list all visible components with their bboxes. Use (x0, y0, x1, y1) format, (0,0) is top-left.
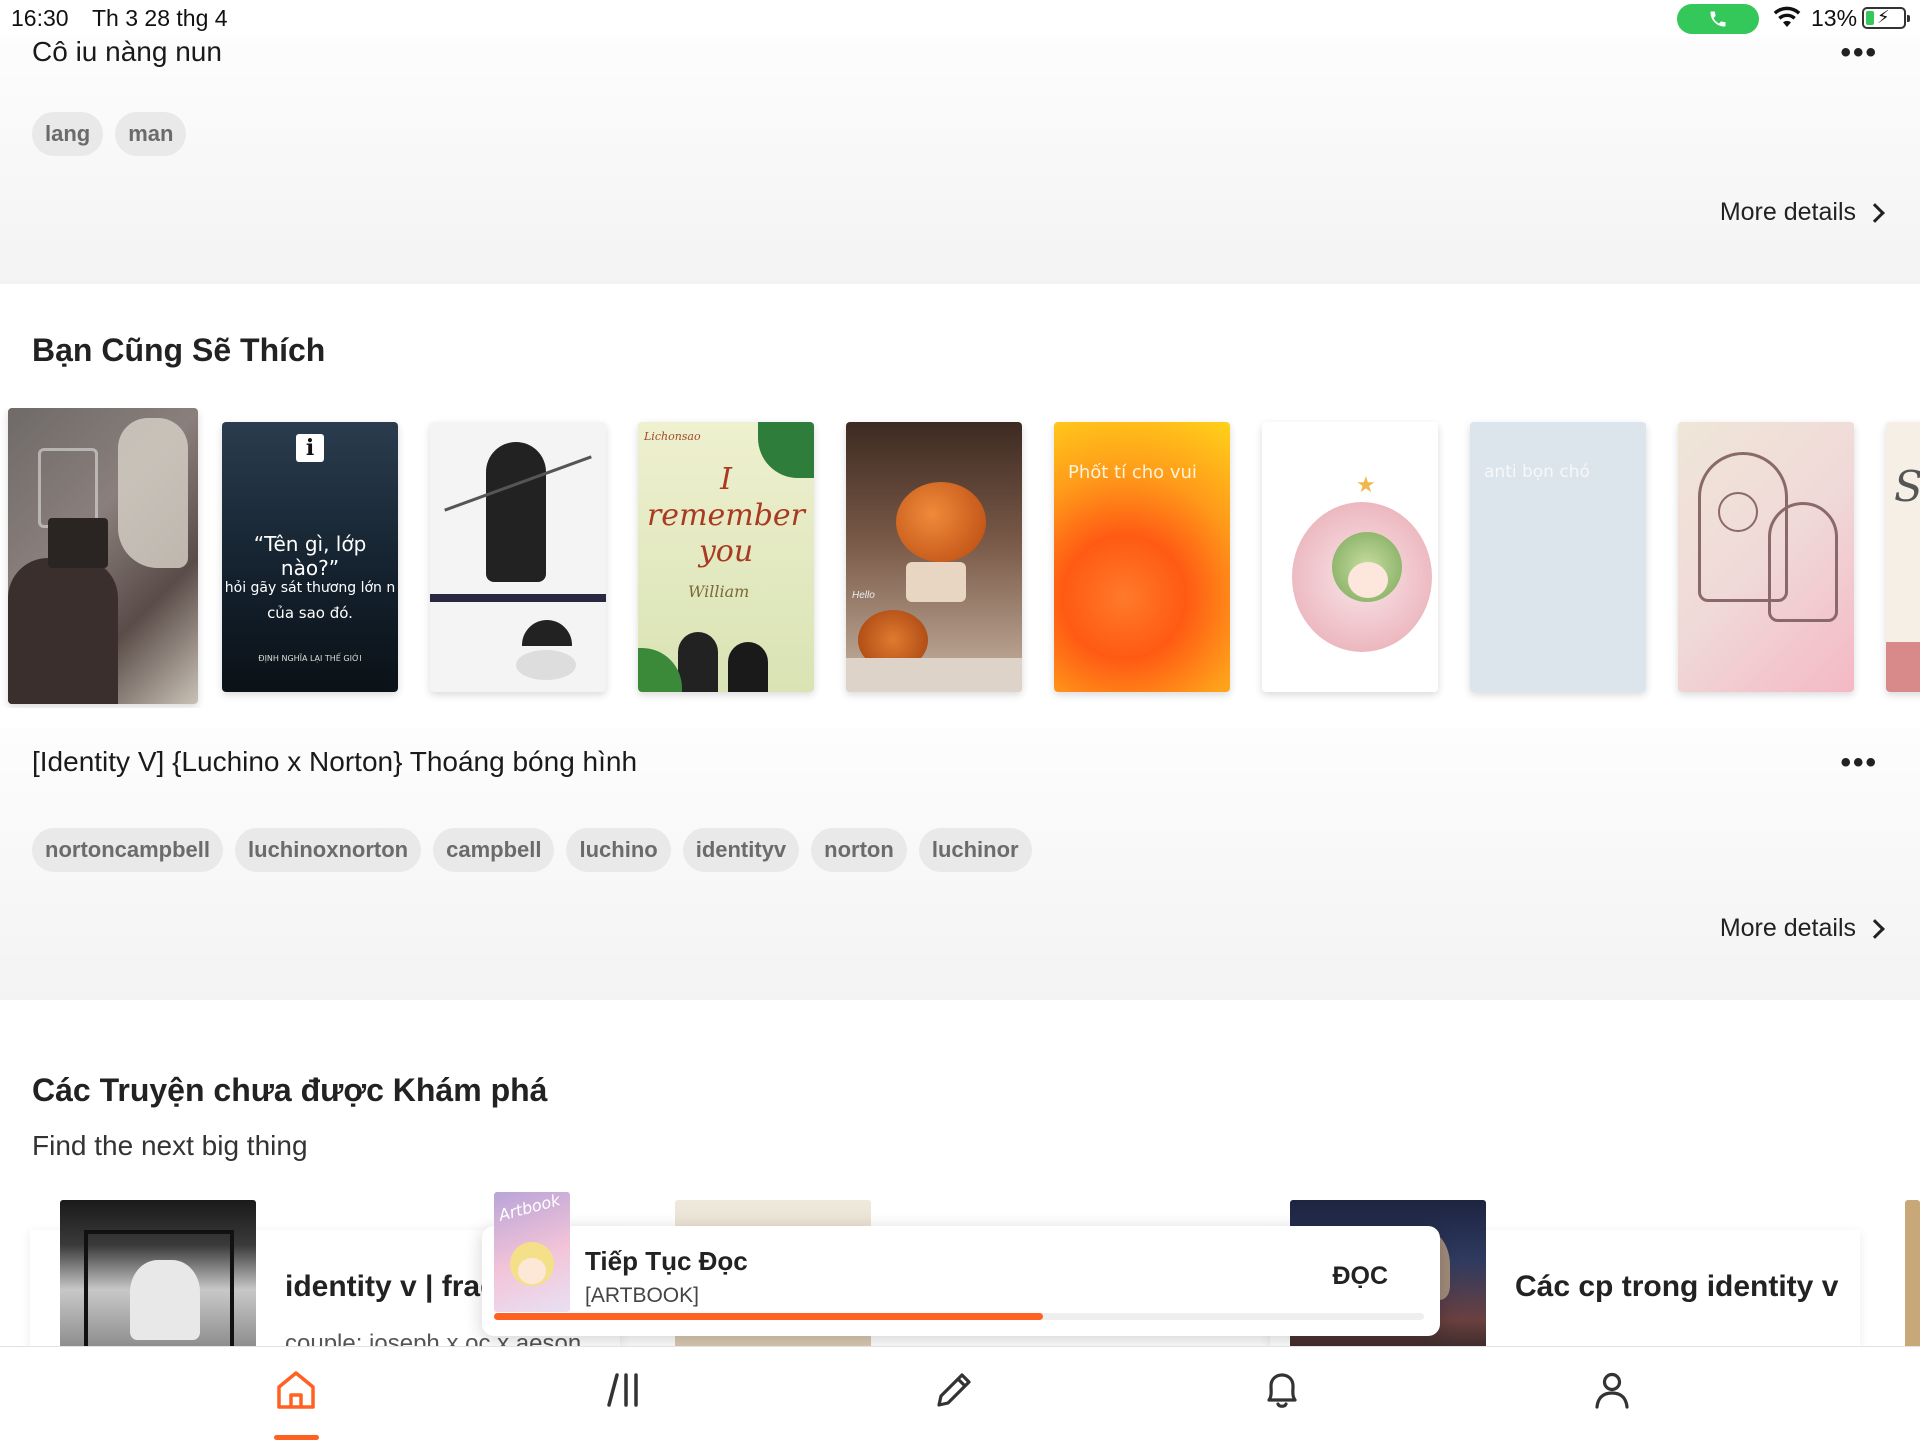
section-heading-undiscovered: Các Truyện chưa được Khám phá (32, 1072, 548, 1108)
chevron-right-icon (1865, 918, 1885, 939)
call-indicator[interactable] (1677, 4, 1759, 34)
reading-progress-fill (494, 1313, 1043, 1320)
tag-chip[interactable]: lang (32, 112, 104, 156)
nav-notifications[interactable] (1252, 1367, 1312, 1427)
undiscovered-title[interactable]: identity v | frag (285, 1270, 498, 1304)
continue-reading-title: Tiếp Tục Đọc (585, 1246, 748, 1276)
undiscovered-thumb[interactable] (60, 1200, 256, 1350)
more-details-label: More details (1719, 198, 1856, 226)
battery-percent: 13% (1811, 5, 1858, 31)
story-menu-icon[interactable]: ••• (1840, 38, 1878, 68)
story-card-top: Cô iu nàng nun ••• lang man More details (0, 36, 1920, 284)
nav-home[interactable] (266, 1367, 326, 1427)
continue-reading-thumb[interactable]: Artbook (494, 1192, 570, 1312)
library-icon (607, 1373, 638, 1407)
cover-10-text: Sc (1894, 462, 1920, 511)
thumb-label: Artbook (496, 1192, 563, 1225)
cover-7[interactable]: ★ (1262, 422, 1438, 692)
more-details-link[interactable]: More details (1720, 914, 1890, 943)
tag-chip[interactable]: identityv (682, 828, 800, 872)
home-icon (277, 1371, 315, 1409)
undiscovered-title[interactable]: Các cp trong identity v (1515, 1270, 1838, 1304)
cover-1[interactable] (8, 408, 198, 704)
cover-8-text: anti bọn chó (1484, 462, 1590, 482)
selected-story-title[interactable]: [Identity V] {Luchino x Norton} Thoáng b… (32, 746, 637, 778)
cover-5[interactable]: Hello (846, 422, 1022, 692)
nav-write[interactable] (924, 1367, 984, 1427)
continue-reading-story: [ARTBOOK] (585, 1284, 699, 1307)
read-button[interactable]: ĐỌC (1332, 1262, 1388, 1291)
bell-icon (1267, 1373, 1297, 1408)
cover-6-text: Phốt tí cho vui (1068, 462, 1197, 483)
more-details-link[interactable]: More details (1720, 198, 1890, 227)
selected-story-tags: nortoncampbell luchinoxnorton campbell l… (32, 828, 1032, 872)
story-tags: lang man (32, 112, 187, 156)
cover-2[interactable]: i “Tên gì, lớp nào?” hỏi gãy sát thương … (222, 422, 398, 692)
cover-2-line2: của sao đó. (267, 604, 353, 622)
reading-progress-bar (494, 1313, 1424, 1320)
cover-2-credit: ĐỊNH NGHĨA LẠI THẾ GIỚI (258, 654, 362, 663)
wifi-icon (1773, 6, 1801, 27)
cover-10[interactable]: Sc (1886, 422, 1920, 692)
story-card-selected: [Identity V] {Luchino x Norton} Thoáng b… (0, 728, 1920, 1000)
cover-4-author: William (688, 582, 750, 601)
cover-8[interactable]: anti bọn chó (1470, 422, 1646, 692)
tag-chip[interactable]: luchino (566, 828, 671, 872)
cover-2-line1: hỏi gãy sát thương lớn n (224, 580, 396, 596)
cover-3[interactable] (430, 422, 606, 692)
active-tab-indicator (274, 1435, 319, 1440)
battery-icon: ⚡ (1862, 7, 1910, 29)
section-subheading: Find the next big thing (32, 1130, 308, 1161)
tag-chip[interactable]: nortoncampbell (32, 828, 224, 872)
recommend-carousel[interactable]: i “Tên gì, lớp nào?” hỏi gãy sát thương … (0, 408, 1920, 708)
story-title[interactable]: Cô iu nàng nun (32, 36, 222, 68)
cover-9[interactable] (1678, 422, 1854, 692)
nav-profile[interactable] (1582, 1367, 1642, 1427)
chevron-right-icon (1865, 202, 1885, 223)
cover-5-text: Hello (852, 590, 875, 601)
phone-icon (1710, 11, 1726, 27)
write-icon (937, 1373, 971, 1407)
tag-chip[interactable]: norton (811, 828, 907, 872)
cover-6[interactable]: Phốt tí cho vui (1054, 422, 1230, 692)
undiscovered-thumb[interactable] (1905, 1200, 1920, 1350)
profile-icon (1595, 1372, 1629, 1409)
cover-4-brand: Lichonsao (644, 430, 701, 443)
tag-chip[interactable]: luchinoxnorton (235, 828, 422, 872)
selected-story-menu-icon[interactable]: ••• (1840, 748, 1878, 778)
status-date: Th 3 28 thg 4 (92, 5, 228, 31)
cover-4-title: I remember you (646, 462, 806, 569)
tag-chip[interactable]: man (115, 112, 187, 156)
status-time: 16:30 (11, 5, 69, 31)
continue-reading-banner[interactable]: Artbook Tiếp Tục Đọc [ARTBOOK] ĐỌC (482, 1192, 1440, 1336)
tag-chip[interactable]: luchinor (918, 828, 1032, 872)
more-details-label: More details (1719, 914, 1856, 942)
tag-chip[interactable]: campbell (433, 828, 555, 872)
status-bar: 16:30 Th 3 28 thg 4 13% ⚡ (0, 0, 1920, 36)
cover-2-quote: “Tên gì, lớp nào?” (253, 532, 367, 580)
section-heading-recommend: Bạn Cũng Sẽ Thích (32, 332, 326, 368)
nav-library[interactable] (596, 1367, 656, 1427)
bottom-nav (0, 1346, 1920, 1440)
cover-4[interactable]: Lichonsao I remember you William (638, 422, 814, 692)
